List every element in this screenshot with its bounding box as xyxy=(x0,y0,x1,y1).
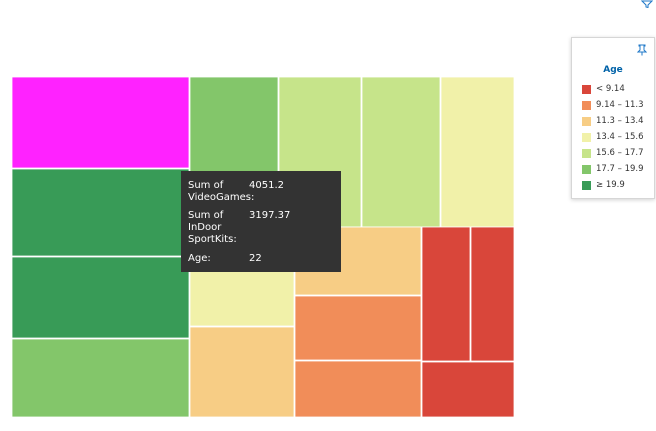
treemap-tile[interactable] xyxy=(11,76,190,169)
tooltip-key: Age: xyxy=(188,253,211,264)
legend-item: 13.4 – 15.6 xyxy=(582,129,644,145)
filter-icon[interactable] xyxy=(641,0,653,8)
treemap-tile[interactable] xyxy=(189,326,295,418)
tooltip: Sum of VideoGames: 4051.2 Sum of InDoor … xyxy=(181,171,341,272)
treemap-tile[interactable] xyxy=(294,295,422,361)
legend-swatch xyxy=(582,164,591,174)
legend-item: < 9.14 xyxy=(582,81,644,97)
legend-label: ≥ 19.9 xyxy=(596,180,625,190)
legend-label: 13.4 – 15.6 xyxy=(596,132,644,142)
legend: Age < 9.14 9.14 – 11.3 11.3 – 13.4 13.4 – 1… xyxy=(571,37,655,199)
legend-swatch xyxy=(582,84,591,94)
legend-label: 17.7 – 19.9 xyxy=(596,164,644,174)
treemap-tile[interactable] xyxy=(361,76,441,228)
pin-icon[interactable] xyxy=(637,44,647,56)
treemap-tile[interactable] xyxy=(421,226,471,362)
legend-item: ≥ 19.9 xyxy=(582,177,644,193)
treemap-tile[interactable] xyxy=(11,168,190,257)
treemap-tile[interactable] xyxy=(294,360,422,418)
legend-label: < 9.14 xyxy=(596,84,625,94)
tooltip-key: Sum of VideoGames: xyxy=(188,180,255,203)
treemap-tile[interactable] xyxy=(11,338,190,418)
legend-swatch xyxy=(582,132,591,142)
treemap-tile[interactable] xyxy=(421,361,515,418)
legend-swatch xyxy=(582,116,591,126)
legend-swatch xyxy=(582,100,591,110)
legend-swatch xyxy=(582,180,591,190)
legend-item: 15.6 – 17.7 xyxy=(582,145,644,161)
legend-item: 11.3 – 13.4 xyxy=(582,113,644,129)
tooltip-row: Sum of VideoGames: 4051.2 xyxy=(188,180,335,204)
legend-label: 11.3 – 13.4 xyxy=(596,116,644,126)
legend-label: 9.14 – 11.3 xyxy=(596,100,644,110)
legend-title: Age xyxy=(603,65,623,75)
tooltip-value: 3197.37 xyxy=(249,210,291,221)
legend-item: 9.14 – 11.3 xyxy=(582,97,644,113)
treemap-tile[interactable] xyxy=(440,76,515,228)
tooltip-row: Sum of InDoor SportKits: 3197.37 xyxy=(188,210,335,246)
legend-swatch xyxy=(582,148,591,158)
legend-label: 15.6 – 17.7 xyxy=(596,148,644,158)
tooltip-row: Age: 22 xyxy=(188,253,335,265)
tooltip-key: Sum of InDoor SportKits: xyxy=(188,210,237,245)
treemap-tile[interactable] xyxy=(11,256,190,339)
legend-item: 17.7 – 19.9 xyxy=(582,161,644,177)
legend-items: < 9.14 9.14 – 11.3 11.3 – 13.4 13.4 – 15.6 1… xyxy=(582,81,644,193)
treemap-tile[interactable] xyxy=(470,226,515,362)
tooltip-value: 4051.2 xyxy=(249,180,284,191)
tooltip-value: 22 xyxy=(249,253,262,264)
